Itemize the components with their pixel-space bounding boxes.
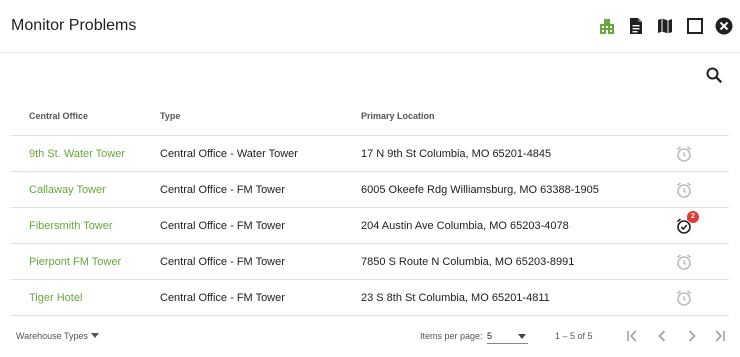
caret-down-icon <box>91 333 100 338</box>
column-header-primary-location[interactable]: Primary Location <box>361 111 435 121</box>
warehouse-types-label: Warehouse Types <box>16 331 89 341</box>
location-cell: 6005 Okeefe Rdg Williamsburg, MO 63388-1… <box>361 184 599 196</box>
items-per-page-value: 5 <box>487 331 493 341</box>
type-cell: Central Office - FM Tower <box>160 184 285 196</box>
first-page-icon[interactable] <box>624 328 640 344</box>
central-office-link[interactable]: Callaway Tower <box>29 184 106 196</box>
items-per-page-select[interactable]: 5 <box>487 328 528 344</box>
column-header-type[interactable]: Type <box>160 111 180 121</box>
type-cell: Central Office - FM Tower <box>160 292 285 304</box>
maximize-icon[interactable] <box>685 16 705 36</box>
search-icon[interactable] <box>705 66 723 84</box>
alarm-clock-icon[interactable] <box>675 145 693 163</box>
alarm-count-badge: 2 <box>687 211 699 223</box>
page-title: Monitor Problems <box>11 17 137 34</box>
map-icon[interactable] <box>655 16 675 36</box>
central-office-link[interactable]: Tiger Hotel <box>29 292 82 304</box>
alarm-clock-icon[interactable] <box>675 253 693 271</box>
alarm-clock-icon[interactable] <box>675 289 693 307</box>
alarm-clock-icon[interactable] <box>675 181 693 199</box>
central-office-link[interactable]: Fibersmith Tower <box>29 220 113 232</box>
location-cell: 204 Austin Ave Columbia, MO 65203-4078 <box>361 220 569 232</box>
type-cell: Central Office - Water Tower <box>160 148 298 160</box>
table-footer: Warehouse Types Items per page: 5 1 – 5 … <box>0 322 740 350</box>
table-row[interactable]: Callaway Tower Central Office - FM Tower 6… <box>11 172 729 208</box>
table-row[interactable]: Pierpont FM Tower Central Office - FM Tow… <box>11 244 729 280</box>
warehouse-types-filter[interactable]: Warehouse Types <box>16 331 100 341</box>
building-icon[interactable] <box>597 16 617 36</box>
type-cell: Central Office - FM Tower <box>160 256 285 268</box>
table-row[interactable]: Tiger Hotel Central Office - FM Tower 23 S… <box>11 280 729 316</box>
central-office-link[interactable]: Pierpont FM Tower <box>29 256 121 268</box>
location-cell: 17 N 9th St Columbia, MO 65201-4845 <box>361 148 552 160</box>
column-header-central-office[interactable]: Central Office <box>29 111 88 121</box>
last-page-icon[interactable] <box>712 328 728 344</box>
location-cell: 23 S 8th St Columbia, MO 65201-4811 <box>361 292 550 304</box>
dialog-header: Monitor Problems <box>0 0 740 53</box>
document-icon[interactable] <box>626 16 646 36</box>
close-icon[interactable] <box>714 16 734 36</box>
type-cell: Central Office - FM Tower <box>160 220 285 232</box>
caret-down-icon <box>518 334 526 339</box>
central-office-link[interactable]: 9th St. Water Tower <box>29 148 125 160</box>
location-cell: 7850 S Route N Columbia, MO 65203-8991 <box>361 256 575 268</box>
table-row[interactable]: Fibersmith Tower Central Office - FM Towe… <box>11 208 729 244</box>
pagination-range: 1 – 5 of 5 <box>555 331 593 341</box>
table-row[interactable]: 9th St. Water Tower Central Office - Wate… <box>11 136 729 172</box>
previous-page-icon[interactable] <box>654 328 670 344</box>
next-page-icon[interactable] <box>684 328 700 344</box>
items-per-page-label: Items per page: <box>420 331 483 341</box>
